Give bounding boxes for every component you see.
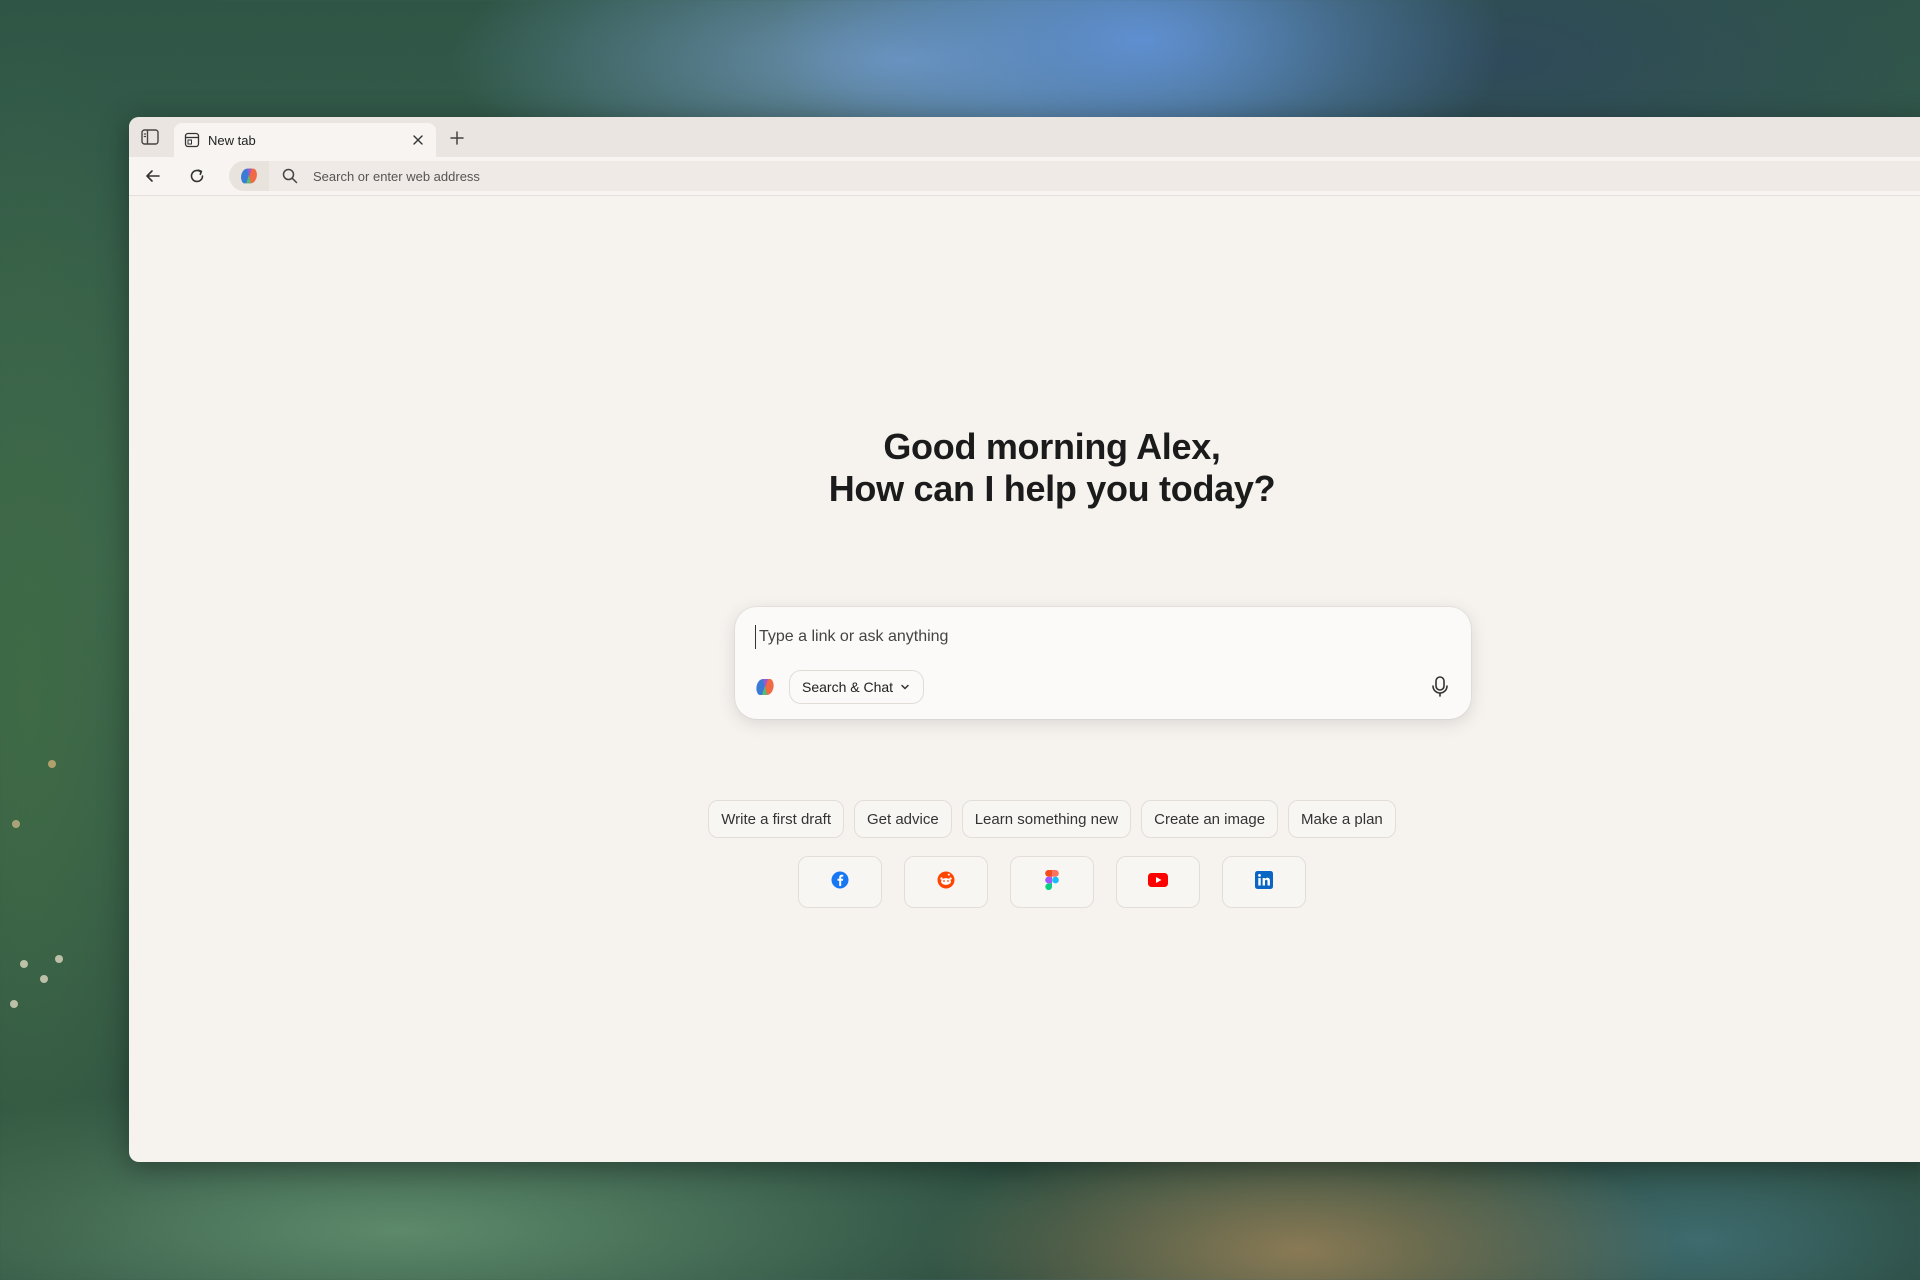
microphone-icon[interactable] (1427, 674, 1453, 700)
composer-box: Search & Chat (735, 607, 1471, 719)
browser-window: New tab Search or enter web address Good… (129, 117, 1920, 1162)
composer-input[interactable] (755, 625, 1441, 649)
copilot-icon[interactable] (229, 161, 269, 191)
address-input[interactable] (311, 167, 915, 185)
greeting-line-2: How can I help you today? (828, 468, 1276, 509)
address-bar[interactable] (269, 161, 1920, 191)
background-flowers (0, 700, 130, 1100)
site-shortcuts (129, 856, 1920, 908)
search-icon (281, 167, 299, 185)
copilot-icon (753, 675, 777, 699)
shortcut-figma[interactable] (1010, 856, 1094, 908)
mode-label: Search & Chat (802, 679, 894, 695)
suggestion-chip[interactable]: Make a plan (1288, 800, 1396, 838)
suggestion-chip[interactable]: Create an image (1141, 800, 1279, 838)
tab-strip: New tab (129, 117, 1920, 157)
close-icon[interactable] (410, 132, 426, 148)
plus-icon[interactable] (445, 126, 469, 150)
new-tab-page-icon (184, 132, 200, 148)
facebook-icon (831, 871, 849, 894)
chevron-down-icon (899, 681, 911, 693)
linkedin-icon (1255, 870, 1273, 894)
reddit-icon (937, 871, 955, 894)
tab-title: New tab (208, 132, 256, 148)
navigation-toolbar (129, 157, 1920, 196)
back-arrow-icon[interactable] (142, 165, 164, 187)
mode-dropdown[interactable]: Search & Chat (789, 670, 925, 704)
suggestion-chip[interactable]: Learn something new (961, 800, 1132, 838)
new-tab-page: Good morning Alex, How can I help you to… (129, 196, 1920, 1162)
youtube-icon (1148, 872, 1168, 892)
refresh-icon[interactable] (186, 165, 208, 187)
figma-icon (1045, 869, 1059, 895)
greeting-line-1: Good morning Alex, (883, 426, 1221, 467)
page-title: Good morning Alex, How can I help you to… (129, 426, 1920, 510)
shortcut-youtube[interactable] (1116, 856, 1200, 908)
suggestion-chip[interactable]: Get advice (853, 800, 952, 838)
suggestion-chips: Write a first draft Get advice Learn som… (129, 800, 1920, 838)
shortcut-facebook[interactable] (798, 856, 882, 908)
suggestion-chip[interactable]: Write a first draft (708, 800, 844, 838)
shortcut-reddit[interactable] (904, 856, 988, 908)
shortcut-linkedin[interactable] (1222, 856, 1306, 908)
tab-new-tab[interactable]: New tab (174, 123, 436, 157)
sidebar-toggle-icon[interactable] (139, 127, 161, 147)
